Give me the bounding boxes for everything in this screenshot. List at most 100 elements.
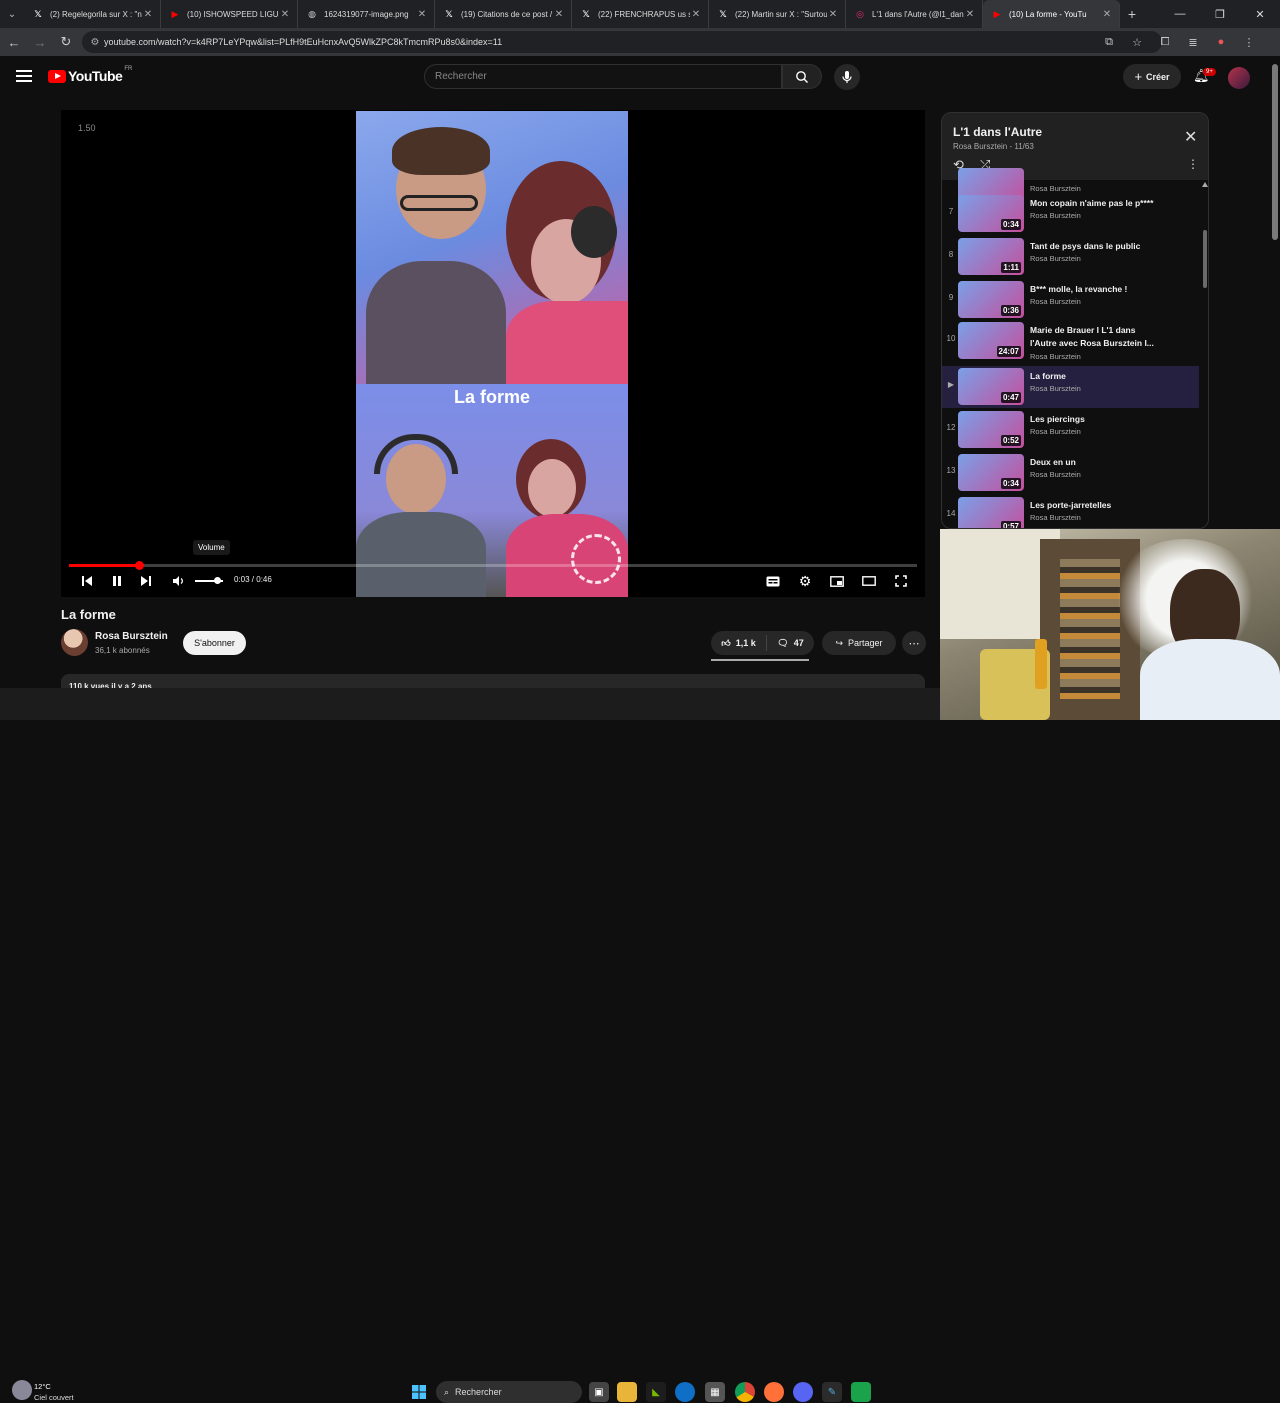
browser-tab[interactable]: 𝕏 (2) Regelegorila sur X : "n ✕: [24, 0, 161, 28]
like-button[interactable]: 👍︎ 1,1 k: [711, 635, 767, 651]
back-icon[interactable]: ←: [2, 30, 26, 54]
progress-bar[interactable]: [69, 561, 917, 570]
volume-knob[interactable]: [214, 577, 222, 584]
account-avatar[interactable]: [1228, 67, 1250, 89]
next-button[interactable]: [138, 572, 154, 590]
subscribe-button[interactable]: S'abonner: [183, 631, 246, 655]
browser-tab[interactable]: ▶ (10) La forme - YouTu ✕: [983, 0, 1120, 28]
voice-search-button[interactable]: [834, 64, 860, 90]
previous-button[interactable]: [79, 572, 95, 590]
forward-icon[interactable]: →: [28, 30, 52, 54]
taskbar-search-label: Rechercher: [455, 1387, 502, 1397]
extensions-icon[interactable]: ⧠: [1154, 31, 1176, 53]
playlist-item[interactable]: 14 0:57 Les porte-jarretelles Rosa Bursztei…: [942, 495, 1199, 528]
browser-tab[interactable]: ▶ (10) ISHOWSPEED LIGUE ✕: [161, 0, 298, 28]
playlist-scrollbar[interactable]: [1201, 180, 1208, 528]
menu-icon[interactable]: [16, 70, 32, 85]
tab-groups-icon[interactable]: ≣: [1182, 31, 1204, 53]
comment-icon: 🗨︎: [777, 637, 789, 648]
reload-icon[interactable]: ↻: [54, 30, 78, 54]
windows-start-icon[interactable]: [409, 1382, 429, 1402]
playlist-item-duration: 1:11: [1001, 262, 1021, 273]
time-display: 0:03 / 0:46: [234, 575, 272, 584]
close-tab-icon[interactable]: ✕: [690, 9, 702, 20]
bookmark-star-icon[interactable]: ☆: [1126, 31, 1148, 53]
youtube-logo[interactable]: YouTube FR: [48, 66, 132, 84]
pause-icon: [113, 576, 121, 586]
profile-icon[interactable]: ●: [1210, 31, 1232, 53]
search-button[interactable]: [782, 64, 822, 89]
close-tab-icon[interactable]: ✕: [827, 9, 839, 20]
subtitles-button[interactable]: [765, 572, 781, 590]
playlist-item[interactable]: 13 0:34 Deux en un Rosa Bursztein: [942, 452, 1199, 494]
new-tab-button[interactable]: +: [1120, 6, 1144, 22]
playlist-item[interactable]: 7 0:34 Mon copain n'aime pas le p**** Rosa …: [942, 193, 1199, 235]
install-app-icon[interactable]: ⧉: [1098, 31, 1120, 53]
browser-tab[interactable]: 𝕏 (19) Citations de ce post / ✕: [435, 0, 572, 28]
playlist-item[interactable]: 8 1:11 Tant de psys dans le public Rosa Bur…: [942, 236, 1199, 278]
close-playlist-icon[interactable]: ✕: [1184, 127, 1197, 147]
close-window-icon[interactable]: ✕: [1240, 0, 1280, 28]
playlist-item[interactable]: 10 24:07 Marie de Brauer I L'1 dans l'Autr…: [942, 320, 1199, 362]
video-player[interactable]: 1.50 La forme Volume 0:03 / 0:46 ⚙: [61, 110, 925, 597]
playlist-item-channel: Rosa Bursztein: [1030, 352, 1081, 361]
search-input[interactable]: Rechercher: [424, 64, 782, 89]
streamer-shirt: [1140, 639, 1280, 720]
pause-button[interactable]: [109, 572, 125, 590]
chrome-icon[interactable]: [735, 1382, 755, 1402]
progress-scrubber[interactable]: [135, 561, 145, 570]
volume-slider[interactable]: [195, 577, 223, 584]
green-app-icon[interactable]: [851, 1382, 871, 1402]
taskbar-search[interactable]: ⌕ Rechercher: [436, 1381, 582, 1403]
browser-tab[interactable]: 𝕏 (22) FRENCHRAPUS us su ✕: [572, 0, 709, 28]
theater-mode-button[interactable]: [861, 572, 877, 590]
x-icon: 𝕏: [34, 8, 42, 19]
video-frame[interactable]: La forme: [356, 111, 628, 597]
browser-tab[interactable]: ◍ 1624319077-image.png ✕: [298, 0, 435, 28]
close-tab-icon[interactable]: ✕: [416, 9, 428, 20]
mute-button[interactable]: [170, 572, 186, 590]
playlist-item-thumbnail: 0:52: [958, 411, 1024, 448]
edge-icon[interactable]: [675, 1382, 695, 1402]
task-view-icon[interactable]: ▣: [589, 1382, 609, 1402]
discord-icon[interactable]: [793, 1382, 813, 1402]
restore-icon[interactable]: ❐: [1200, 0, 1240, 28]
playlist-item[interactable]: 9 0:36 B*** molle, la revanche ! Rosa Bursz…: [942, 279, 1199, 321]
miniplayer-button[interactable]: [829, 572, 845, 590]
youtube-icon: ▶: [993, 8, 1001, 19]
settings-button[interactable]: ⚙: [797, 572, 813, 590]
fullscreen-button[interactable]: [893, 572, 909, 590]
nvidia-icon[interactable]: ◣: [646, 1382, 666, 1402]
close-tab-icon[interactable]: ✕: [1101, 9, 1113, 20]
firefox-icon[interactable]: [764, 1382, 784, 1402]
channel-name[interactable]: Rosa Bursztein: [95, 631, 168, 642]
browser-menu-icon[interactable]: ⋮: [1238, 31, 1260, 53]
playlist-item-duration: 0:52: [1000, 435, 1021, 446]
close-tab-icon[interactable]: ✕: [279, 9, 291, 20]
browser-tab[interactable]: ◎ L'1 dans l'Autre (@l1_dan ✕: [846, 0, 983, 28]
close-tab-icon[interactable]: ✕: [142, 9, 154, 20]
close-tab-icon[interactable]: ✕: [964, 9, 976, 20]
channel-avatar[interactable]: [61, 629, 88, 656]
more-actions-button[interactable]: ⋯: [902, 631, 926, 655]
scroll-up-arrow-icon[interactable]: [1202, 182, 1208, 187]
close-tab-icon[interactable]: ✕: [553, 9, 565, 20]
minimize-icon[interactable]: —: [1160, 0, 1200, 28]
weather-cloud-icon[interactable]: [12, 1380, 32, 1400]
app-icon[interactable]: ✎: [822, 1382, 842, 1402]
file-explorer-icon[interactable]: [617, 1382, 637, 1402]
playlist-title[interactable]: L'1 dans l'Autre: [953, 125, 1042, 139]
settings-gear-icon: ⚙: [798, 572, 812, 589]
browser-tab[interactable]: 𝕏 (22) Martin sur X : "Surtou ✕: [709, 0, 846, 28]
dislike-comment-button[interactable]: 🗨︎ 47: [767, 638, 814, 649]
url-field[interactable]: ⚙ youtube.com/watch?v=k4RP7LeYPqw&list=P…: [82, 31, 1162, 53]
playlist-item[interactable]: ▶ 0:47 La forme Rosa Bursztein: [942, 366, 1199, 408]
site-info-icon[interactable]: ⚙: [86, 37, 104, 48]
share-button[interactable]: ↪ Partager: [822, 631, 896, 655]
create-button[interactable]: + Créer: [1123, 64, 1181, 89]
playlist-item[interactable]: 12 0:52 Les piercings Rosa Bursztein: [942, 409, 1199, 451]
playlist-item-channel: Rosa Bursztein: [1030, 513, 1081, 522]
store-icon[interactable]: ▦: [705, 1382, 725, 1402]
tab-search-icon[interactable]: ⌄: [0, 0, 24, 28]
microphone-icon: [842, 71, 852, 83]
